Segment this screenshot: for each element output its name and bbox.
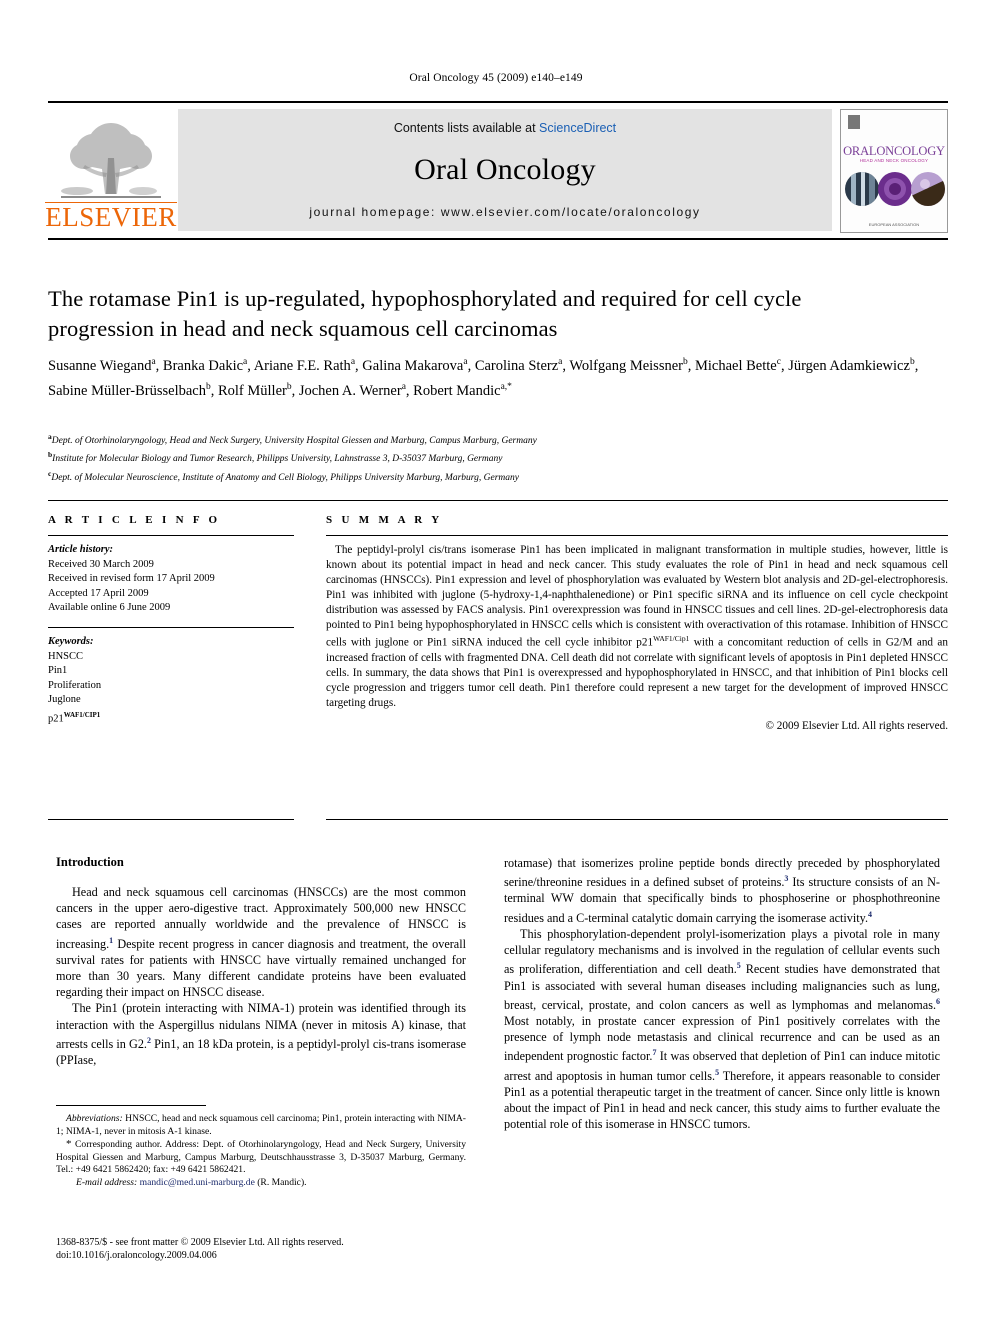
corresponding-author-text: Corresponding author. Address: Dept. of … bbox=[56, 1139, 466, 1176]
imprint-doi-line: doi:10.1016/j.oraloncology.2009.04.006 bbox=[56, 1250, 217, 1261]
article-history: Article history: Received 30 March 2009 … bbox=[48, 543, 294, 616]
imprint-issn-line: 1368-8375/$ - see front matter © 2009 El… bbox=[56, 1237, 344, 1248]
abbreviations-label: Abbreviations: bbox=[66, 1113, 123, 1124]
citation-ref[interactable]: 6 bbox=[936, 997, 940, 1006]
elsevier-logo: ELSEVIER bbox=[45, 109, 177, 233]
affiliation-item: bInstitute for Molecular Biology and Tum… bbox=[48, 450, 503, 465]
journal-homepage-link[interactable]: journal homepage: www.elsevier.com/locat… bbox=[309, 205, 700, 219]
keywords-block: Keywords: HNSCC Pin1 Proliferation Juglo… bbox=[48, 635, 294, 727]
journal-cover-thumbnail: ORALONCOLOGY HEAD AND NECK ONCOLOGY EURO… bbox=[840, 109, 948, 233]
summary-heading: S U M M A R Y bbox=[326, 514, 443, 526]
journal-band: Contents lists available at ScienceDirec… bbox=[178, 109, 832, 231]
intro-paragraph-1: Head and neck squamous cell carcinomas (… bbox=[56, 884, 466, 1000]
page-title: The rotamase Pin1 is up-regulated, hypop… bbox=[48, 286, 802, 341]
imprint-block: 1368-8375/$ - see front matter © 2009 El… bbox=[56, 1236, 476, 1262]
info-block-bottom-rule-right bbox=[326, 819, 948, 820]
citation-ref[interactable]: 4 bbox=[868, 910, 872, 919]
masthead-bottom-rule bbox=[48, 238, 948, 240]
intro-paragraph-2: The Pin1 (protein interacting with NIMA-… bbox=[56, 1000, 466, 1068]
intro-paragraph-3: rotamase) that isomerizes proline peptid… bbox=[504, 855, 940, 926]
info-block-top-rule bbox=[48, 500, 948, 501]
elsevier-tree-icon bbox=[61, 123, 161, 198]
history-received: Received 30 March 2009 bbox=[48, 558, 154, 570]
affiliation-text: Dept. of Molecular Neuroscience, Institu… bbox=[51, 473, 519, 484]
summary-copyright: © 2009 Elsevier Ltd. All rights reserved… bbox=[765, 719, 949, 732]
keyword-item: Proliferation bbox=[48, 679, 102, 691]
sciencedirect-link[interactable]: ScienceDirect bbox=[539, 121, 616, 135]
affiliation-text: Institute for Molecular Biology and Tumo… bbox=[52, 454, 503, 465]
journal-article-page: Oral Oncology 45 (2009) e140–e149 ELSEVI… bbox=[0, 0, 992, 1323]
keywords-rule bbox=[48, 626, 294, 628]
summary-column: S U M M A R Y The peptidyl-prolyl cis/tr… bbox=[326, 514, 948, 732]
running-head: Oral Oncology 45 (2009) e140–e149 bbox=[409, 72, 583, 84]
intro-p1-after: Despite recent progress in cancer diagno… bbox=[56, 936, 466, 1000]
affiliation-item: aDept. of Otorhinolaryngology, Head and … bbox=[48, 432, 537, 447]
history-online: Available online 6 June 2009 bbox=[48, 602, 171, 614]
author-list: Susanne Wieganda, Branka Dakica, Ariane … bbox=[48, 357, 919, 400]
history-revised: Received in revised form 17 April 2009 bbox=[48, 573, 215, 585]
keyword-p21-base: p21 bbox=[48, 713, 64, 725]
footnote-separator bbox=[56, 1105, 206, 1106]
introduction-heading: Introduction bbox=[56, 855, 124, 869]
summary-part-1: The peptidyl-prolyl cis/trans isomerase … bbox=[326, 544, 948, 650]
keyword-item: Juglone bbox=[48, 694, 81, 706]
cover-title: ORALONCOLOGY bbox=[843, 144, 945, 158]
affiliation-text: Dept. of Otorhinolaryngology, Head and N… bbox=[51, 436, 537, 447]
footnote-corresponding-author: * Corresponding author. Address: Dept. o… bbox=[56, 1138, 466, 1177]
email-label: E-mail address: bbox=[76, 1176, 138, 1188]
email-suffix: (R. Mandic). bbox=[254, 1176, 307, 1188]
journal-masthead: ELSEVIER Contents lists available at Sci… bbox=[45, 101, 948, 233]
history-accepted: Accepted 17 April 2009 bbox=[48, 587, 149, 599]
introduction-left-column: Introduction Head and neck squamous cell… bbox=[56, 855, 466, 1068]
footnote-email: E-mail address: mandic@med.uni-marburg.d… bbox=[56, 1177, 466, 1190]
journal-title: Oral Oncology bbox=[414, 153, 596, 186]
cover-subtitle: HEAD AND NECK ONCOLOGY bbox=[859, 158, 929, 163]
article-info-heading: A R T I C L E I N F O bbox=[48, 514, 221, 526]
email-link[interactable]: mandic@med.uni-marburg.de bbox=[140, 1177, 255, 1188]
keyword-item: HNSCC bbox=[48, 650, 84, 662]
article-info-column: A R T I C L E I N F O Article history: R… bbox=[48, 514, 294, 727]
article-history-label: Article history: bbox=[48, 544, 114, 555]
keyword-item: Pin1 bbox=[48, 665, 68, 677]
article-info-rule bbox=[48, 535, 294, 536]
footnote-block: Abbreviations: HNSCC, head and neck squa… bbox=[56, 1105, 466, 1190]
contents-available-line: Contents lists available at ScienceDirec… bbox=[394, 121, 616, 135]
affiliation-list: aDept. of Otorhinolaryngology, Head and … bbox=[48, 430, 928, 485]
footnote-abbreviations: Abbreviations: HNSCC, head and neck squa… bbox=[56, 1113, 466, 1138]
summary-body: The peptidyl-prolyl cis/trans isomerase … bbox=[326, 543, 948, 711]
info-block-bottom-rule-left bbox=[48, 819, 294, 820]
keywords-label: Keywords: bbox=[48, 635, 94, 647]
introduction-right-column: rotamase) that isomerizes proline peptid… bbox=[504, 855, 940, 1133]
affiliation-item: cDept. of Molecular Neuroscience, Instit… bbox=[48, 468, 519, 484]
summary-rule bbox=[326, 535, 948, 536]
cover-footer-text: EUROPEAN ASSOCIATION bbox=[868, 222, 920, 227]
cover-elsevier-mark-icon bbox=[848, 115, 860, 129]
cover-artwork bbox=[845, 172, 945, 206]
elsevier-wordmark: ELSEVIER bbox=[45, 202, 177, 232]
keyword-item-p21: p21WAF1/CIP1 bbox=[48, 708, 294, 727]
intro-paragraph-4: This phosphorylation-dependent prolyl-is… bbox=[504, 926, 940, 1133]
summary-superscript: WAF1/Cip1 bbox=[653, 634, 690, 644]
contents-prefix: Contents lists available at bbox=[393, 121, 540, 135]
keyword-p21-sup: WAF1/CIP1 bbox=[63, 710, 101, 719]
